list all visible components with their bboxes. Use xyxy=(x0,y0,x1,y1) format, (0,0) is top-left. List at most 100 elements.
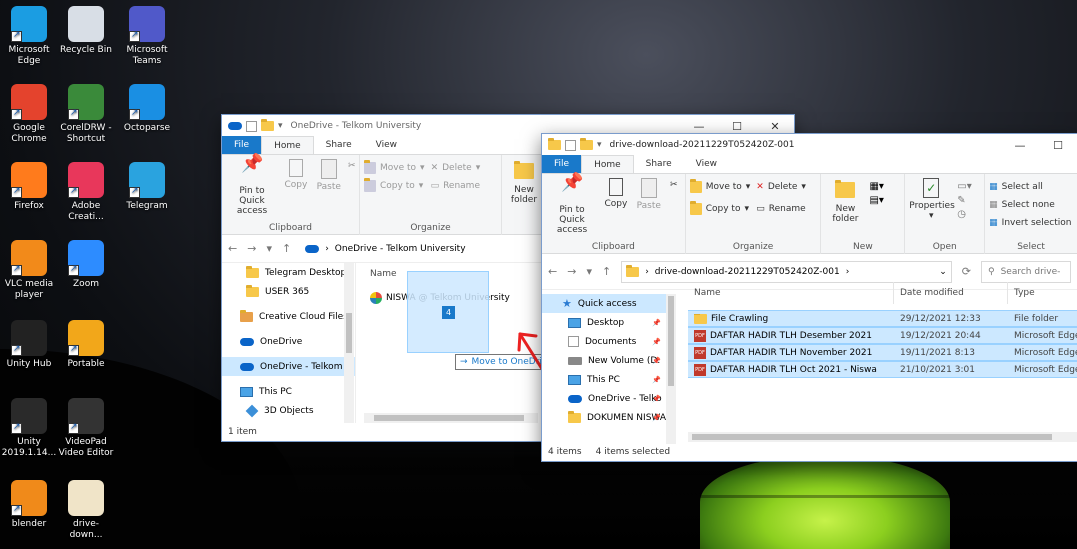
file-list-h-scrollbar[interactable] xyxy=(688,432,1077,442)
nav-scrollbar[interactable] xyxy=(666,294,676,444)
back-button[interactable]: ← xyxy=(548,265,557,278)
close-button[interactable]: ✕ xyxy=(756,120,794,133)
title-bar[interactable]: ▾ drive-download-20211229T052420Z-001 — … xyxy=(542,134,1077,156)
nav-item-onedrive-telkom[interactable]: OneDrive - Telkom U xyxy=(222,357,355,376)
paste-button[interactable]: Paste xyxy=(314,159,344,192)
desktop-icon-portable[interactable]: Portable xyxy=(57,320,115,370)
properties-quick-icon[interactable] xyxy=(246,120,257,132)
copy-button[interactable]: Copy xyxy=(281,159,311,190)
properties-quick-icon[interactable] xyxy=(565,139,576,151)
scrollbar-thumb[interactable] xyxy=(374,415,524,421)
back-button[interactable]: ← xyxy=(228,242,237,255)
scissors-icon[interactable]: ✂ xyxy=(348,161,356,171)
select-all-button[interactable]: ▦ Select all xyxy=(989,178,1073,196)
desktop-icon-coreldraw[interactable]: CorelDRW - Shortcut xyxy=(57,84,115,145)
nav-item-documents[interactable]: Documents 📌 xyxy=(542,332,675,351)
tab-view[interactable]: View xyxy=(684,155,729,173)
nav-item-user-365[interactable]: USER 365 xyxy=(222,282,355,301)
maximize-button[interactable]: ☐ xyxy=(1039,139,1077,152)
recent-dropdown[interactable]: ▾ xyxy=(266,242,272,255)
desktop-icon-pdf-file[interactable]: drive-down... xyxy=(57,480,115,541)
nav-item-star[interactable]: ★ Quick access xyxy=(542,294,675,313)
nav-item-folder[interactable]: DOKUMEN NISWA 📌 xyxy=(542,408,675,427)
file-row[interactable]: PDF DAFTAR HADIR TLH Oct 2021 - Niswa 21/1… xyxy=(688,361,1077,378)
open-item-icons[interactable]: ▭▾ ✎ ◷ xyxy=(957,180,971,222)
copy-to-button[interactable]: Copy to ▾ xyxy=(689,200,751,218)
maximize-button[interactable]: ☐ xyxy=(718,120,756,133)
minimize-button[interactable]: — xyxy=(680,120,718,133)
up-button[interactable]: ↑ xyxy=(282,242,291,255)
desktop-icon-videopad[interactable]: VideoPad Video Editor xyxy=(57,398,115,459)
nav-scrollbar[interactable] xyxy=(344,263,354,423)
forward-button[interactable]: → xyxy=(247,242,256,255)
address-dropdown[interactable]: ⌄ xyxy=(939,267,947,277)
nav-item-onedrive[interactable]: OneDrive - Telko 📌 xyxy=(542,389,675,408)
tab-view[interactable]: View xyxy=(364,136,409,154)
folder-quick-icon[interactable] xyxy=(261,119,274,131)
pin-icon[interactable]: 📌 xyxy=(652,319,661,327)
select-none-button[interactable]: ▦ Select none xyxy=(989,196,1073,214)
tab-share[interactable]: Share xyxy=(314,136,364,154)
delete-button[interactable]: ✕ Delete ▾ xyxy=(756,178,806,196)
desktop-icon-recycle-bin[interactable]: Recycle Bin xyxy=(57,6,115,56)
search-box[interactable]: ⚲ Search drive- xyxy=(981,260,1071,283)
pin-icon[interactable]: 📌 xyxy=(652,376,661,384)
new-folder-button[interactable]: New folder xyxy=(825,178,865,224)
forward-button[interactable]: → xyxy=(567,265,576,278)
invert-selection-button[interactable]: ▦ Invert selection xyxy=(989,214,1073,232)
column-date-modified[interactable]: Date modified xyxy=(894,282,1008,304)
chevron-down-icon[interactable]: ▾ xyxy=(278,121,283,131)
address-bar[interactable]: › drive-download-20211229T052420Z-001 › … xyxy=(621,260,952,283)
tab-share[interactable]: Share xyxy=(634,155,684,173)
tab-home[interactable]: Home xyxy=(261,136,314,154)
up-button[interactable]: ↑ xyxy=(602,265,611,278)
pin-icon[interactable]: 📌 xyxy=(652,357,661,365)
desktop-icon-adobe-cc[interactable]: Adobe Creati... xyxy=(57,162,115,223)
scrollbar-thumb[interactable] xyxy=(692,434,1052,440)
file-row[interactable]: PDF DAFTAR HADIR TLH Desember 2021 19/12/2… xyxy=(688,327,1077,344)
file-row[interactable]: PDF DAFTAR HADIR TLH November 2021 19/11/2… xyxy=(688,344,1077,361)
file-list-h-scrollbar[interactable] xyxy=(364,413,538,423)
folder-quick-icon[interactable] xyxy=(580,138,593,150)
address-bar[interactable]: › OneDrive - Telkom University xyxy=(301,238,521,260)
nav-item-3d-objects[interactable]: 3D Objects xyxy=(222,401,355,420)
new-item-icons[interactable]: ▦▾ ▤▾ xyxy=(869,180,883,208)
recent-dropdown[interactable]: ▾ xyxy=(586,265,592,278)
desktop-icon-teams[interactable]: Microsoft Teams xyxy=(118,6,176,67)
move-to-button[interactable]: Move to ▾ xyxy=(364,159,425,177)
desktop-icon-telegram[interactable]: Telegram xyxy=(118,162,176,212)
scissors-icon[interactable]: ✂ xyxy=(670,180,678,190)
desktop-icon-zoom[interactable]: Zoom xyxy=(57,240,115,290)
desktop-icon-firefox[interactable]: Firefox xyxy=(0,162,58,212)
move-to-button[interactable]: Move to ▾ xyxy=(689,178,750,196)
desktop-icon-blender[interactable]: blender xyxy=(0,480,58,530)
column-name[interactable]: Name xyxy=(688,282,894,304)
tab-home[interactable]: Home xyxy=(581,155,634,173)
rename-button[interactable]: ▭ Rename xyxy=(431,177,481,195)
desktop-icon-octoparse[interactable]: Octoparse xyxy=(118,84,176,134)
pin-icon[interactable]: 📌 xyxy=(652,338,661,346)
delete-button[interactable]: ✕ Delete ▾ xyxy=(431,159,481,177)
desktop-icon-unity-hub[interactable]: Unity Hub xyxy=(0,320,58,370)
paste-button[interactable]: Paste xyxy=(634,178,664,211)
copy-to-button[interactable]: Copy to ▾ xyxy=(364,177,425,195)
chevron-down-icon[interactable]: ▾ xyxy=(597,140,602,150)
new-folder-button[interactable]: New folder xyxy=(506,159,542,205)
nav-item-telegram-desktop[interactable]: Telegram Desktop xyxy=(222,263,355,282)
nav-item-desktop[interactable]: Desktop 📌 xyxy=(542,313,675,332)
desktop-icon-chrome[interactable]: Google Chrome xyxy=(0,84,58,145)
nav-item-onedrive[interactable]: OneDrive xyxy=(222,332,355,351)
tab-file[interactable]: File xyxy=(542,155,582,173)
minimize-button[interactable]: — xyxy=(1001,139,1039,152)
pin-icon[interactable]: 📌 xyxy=(652,414,661,422)
pin-icon[interactable]: 📌 xyxy=(652,395,661,403)
nav-item-this-pc[interactable]: This PC xyxy=(222,382,355,401)
scrollbar-thumb[interactable] xyxy=(346,313,352,353)
rename-button[interactable]: ▭ Rename xyxy=(756,200,806,218)
properties-button[interactable]: ✓ Properties ▾ xyxy=(909,178,955,221)
tab-file[interactable]: File xyxy=(222,136,262,154)
column-type[interactable]: Type xyxy=(1008,282,1077,304)
file-row[interactable]: File Crawling 29/12/2021 12:33 File folder xyxy=(688,310,1077,327)
refresh-button[interactable]: ⟳ xyxy=(962,265,971,278)
desktop-icon-unity[interactable]: Unity 2019.1.14... xyxy=(0,398,58,459)
